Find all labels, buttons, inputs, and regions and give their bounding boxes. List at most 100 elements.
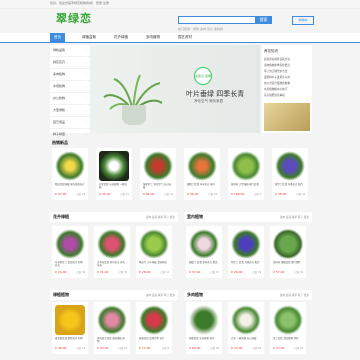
product-image[interactable] bbox=[189, 305, 219, 335]
product-title[interactable]: 黄金菊盆栽 庭院花卉 四季 bbox=[55, 337, 85, 343]
product-image[interactable] bbox=[189, 229, 219, 259]
product-sold-count: 已售 14 bbox=[76, 347, 85, 350]
category-item[interactable]: 绿植盆栽 › bbox=[50, 45, 90, 57]
product-title[interactable]: 紫罗兰 盆栽 芳香花卉 阳台 bbox=[231, 261, 261, 267]
product-image[interactable] bbox=[273, 305, 303, 335]
nav-item-potted[interactable]: 绿植盆栽 bbox=[78, 33, 100, 42]
product-card[interactable]: 长寿花盆栽 室内花卉 多色可选 ¥ 21.00 已售 33 bbox=[94, 226, 130, 278]
product-card[interactable]: 绿萝吊兰 净化空气 办公绿植 ¥ 66.00 已售 31 bbox=[140, 148, 176, 200]
product-price: ¥ 108.00 bbox=[231, 192, 245, 196]
product-card[interactable]: 蝴蝶兰盆栽 年宵花卉 室内 ¥ 39.00 已售 18 bbox=[184, 148, 220, 200]
product-image[interactable] bbox=[231, 229, 261, 259]
chevron-right-icon: › bbox=[85, 132, 87, 136]
section-links[interactable]: 多肉 盆栽 绿萝 吊兰 更多 bbox=[146, 215, 175, 219]
news-item[interactable]: 发财树叶子发黄怎么办 bbox=[264, 75, 310, 79]
product-title[interactable]: 吊兰盆栽 悬挂植物 净化 bbox=[273, 337, 303, 343]
product-image[interactable] bbox=[139, 229, 169, 259]
product-title[interactable]: 精品盆栽绿植 室内桌面花卉 bbox=[55, 183, 85, 189]
product-card[interactable]: 发财树 大型绿植 客厅盆栽 ¥ 108.00 已售 9 bbox=[228, 148, 264, 200]
product-card[interactable]: 紫罗兰盆栽 芳香花卉 阳台 ¥ 38.00 已售 42 bbox=[272, 148, 308, 200]
product-title[interactable]: 紫罗兰盆栽 芳香花卉 阳台 bbox=[275, 183, 305, 189]
news-thumbnail[interactable] bbox=[264, 103, 310, 131]
product-sold-count: 已售 9 bbox=[253, 193, 261, 196]
nav-item-supplies[interactable]: 园艺资材 bbox=[174, 33, 196, 42]
product-card[interactable]: 白掌 一帆风顺 办公绿植 ¥ 24.00 已售 50 bbox=[228, 302, 264, 354]
product-title[interactable]: 长寿花盆栽 室内花卉 多色可选 bbox=[97, 261, 127, 267]
chevron-right-icon: › bbox=[85, 120, 87, 124]
product-image[interactable] bbox=[273, 229, 303, 259]
product-image[interactable] bbox=[97, 229, 127, 259]
chevron-right-icon: › bbox=[85, 84, 87, 88]
product-price: ¥ 33.00 bbox=[97, 346, 109, 350]
site-logo[interactable]: 翠绿恋 bbox=[56, 10, 92, 26]
product-image[interactable] bbox=[187, 151, 217, 181]
product-image[interactable] bbox=[97, 305, 127, 335]
section-links[interactable]: 多肉 盆栽 绿萝 吊兰 更多 bbox=[280, 215, 309, 219]
nav-item-succulents[interactable]: 多肉植物 bbox=[142, 33, 164, 42]
product-title[interactable]: 发财树 绿植盆栽 客厅摆件 bbox=[273, 261, 303, 267]
product-image[interactable] bbox=[55, 229, 85, 259]
news-item[interactable]: 多肉植物夏季养护要点 bbox=[264, 63, 310, 67]
search-box bbox=[178, 16, 256, 34]
product-sold-count: 已售 15 bbox=[120, 193, 129, 196]
product-image[interactable] bbox=[231, 151, 261, 181]
product-card[interactable]: 绿萝盆栽 水培植物 室内 ¥ 64.00 已售 36 bbox=[186, 302, 222, 354]
hero-banner[interactable]: 虎皮兰·四季 叶片垂绿 四季长青 净化空气 美化家居 bbox=[90, 45, 260, 133]
category-item[interactable]: 鲜花花卉 › bbox=[50, 57, 90, 69]
category-item[interactable]: 多肉植物 › bbox=[50, 69, 90, 81]
product-card[interactable]: 黄金菊盆栽 庭院花卉 四季 ¥ 46.00 已售 14 bbox=[52, 302, 88, 354]
product-sold-count: 已售 31 bbox=[164, 193, 173, 196]
news-item[interactable]: 吊兰的正确浇水方法 bbox=[264, 69, 310, 73]
product-image[interactable] bbox=[99, 151, 129, 181]
product-card[interactable]: 发财树 绿植盆栽 客厅摆件 ¥ 57.00 已售 44 bbox=[270, 226, 306, 278]
news-item[interactable]: 花卉施肥注意事项 bbox=[264, 93, 310, 97]
product-title[interactable]: 非洲紫罗兰 盆栽花卉 四季开花 bbox=[55, 261, 85, 267]
product-title[interactable]: 龟背竹 大叶绿植 北欧风格 bbox=[139, 261, 169, 267]
product-card[interactable]: 紫罗兰 盆栽 芳香花卉 阳台 ¥ 29.00 已售 19 bbox=[228, 226, 264, 278]
product-sold-count: 已售 8 bbox=[161, 347, 169, 350]
category-item[interactable]: 办公植物 › bbox=[50, 93, 90, 105]
search-button[interactable]: 搜索 bbox=[255, 16, 272, 24]
news-item[interactable]: 办公室适合摆放的植物 bbox=[264, 81, 310, 85]
news-item[interactable]: 如何养好绿萝盆栽方法 bbox=[264, 57, 310, 61]
news-item[interactable]: 水培植物换水小技巧 bbox=[264, 87, 310, 91]
product-title[interactable]: 玫瑰花苗 盆栽月季 花卉 bbox=[139, 337, 169, 343]
product-image[interactable] bbox=[143, 151, 173, 181]
product-sold-count: 已售 18 bbox=[208, 193, 217, 196]
category-item[interactable]: 园艺用品 › bbox=[50, 117, 90, 129]
product-image[interactable] bbox=[275, 151, 305, 181]
section-links[interactable]: 多肉 盆栽 绿萝 吊兰 更多 bbox=[146, 293, 175, 297]
product-card[interactable]: 龟背竹 大叶绿植 北欧风格 ¥ 28.00 已售 12 bbox=[136, 226, 172, 278]
product-price: ¥ 66.00 bbox=[143, 192, 155, 196]
product-image[interactable] bbox=[139, 305, 169, 335]
section-title: 绿植植物 bbox=[53, 292, 69, 297]
section-links[interactable]: 多肉 盆栽 绿萝 吊兰 更多 bbox=[280, 293, 309, 297]
chevron-right-icon: › bbox=[85, 48, 87, 52]
product-card[interactable]: 精品盆栽绿植 室内桌面花卉 ¥ 37.00 已售 23 bbox=[52, 148, 88, 200]
category-item[interactable]: 水培植物 › bbox=[50, 81, 90, 93]
product-title[interactable]: 白掌 一帆风顺 办公绿植 bbox=[231, 337, 261, 343]
cart-button[interactable]: 购物车 bbox=[292, 16, 314, 25]
product-image[interactable] bbox=[55, 305, 85, 335]
product-title[interactable]: 多肉组合盆栽 桌面绿植 萌物 bbox=[97, 337, 127, 343]
product-title[interactable]: 蝴蝶兰 盆栽 室内花卉 精品 bbox=[189, 261, 219, 267]
product-title[interactable]: 发财树 大型绿植 客厅盆栽 bbox=[231, 183, 261, 189]
product-image[interactable] bbox=[231, 305, 261, 335]
nav-item-flowers[interactable]: 花卉绿植 bbox=[110, 33, 132, 42]
product-title[interactable]: 白掌盆栽 水培植物 一帆风顺 bbox=[99, 183, 129, 189]
product-title[interactable]: 蝴蝶兰盆栽 年宵花卉 室内 bbox=[187, 183, 217, 189]
top-bar: 您好，欢迎光临翠绿恋植物商城！ 登录 注册 bbox=[0, 0, 360, 9]
nav-item-home[interactable]: 首页 bbox=[50, 33, 65, 42]
product-card[interactable]: 蝴蝶兰 盆栽 室内花卉 精品 ¥ 37.00 已售 27 bbox=[186, 226, 222, 278]
product-title[interactable]: 绿萝盆栽 水培植物 室内 bbox=[189, 337, 219, 343]
product-price: ¥ 77.00 bbox=[139, 346, 151, 350]
product-sold-count: 已售 12 bbox=[160, 271, 169, 274]
product-image[interactable] bbox=[55, 151, 85, 181]
product-title[interactable]: 绿萝吊兰 净化空气 办公绿植 bbox=[143, 183, 173, 189]
product-card[interactable]: 玫瑰花苗 盆栽月季 花卉 ¥ 77.00 已售 8 bbox=[136, 302, 172, 354]
product-card[interactable]: 非洲紫罗兰 盆栽花卉 四季开花 ¥ 24.00 已售 56 bbox=[52, 226, 88, 278]
product-card[interactable]: 白掌盆栽 水培植物 一帆风顺 ¥ 45.00 已售 15 bbox=[96, 148, 132, 200]
product-card[interactable]: 吊兰盆栽 悬挂植物 净化 ¥ 77.00 已售 22 bbox=[270, 302, 306, 354]
category-item[interactable]: 大型绿植 › bbox=[50, 105, 90, 117]
product-card[interactable]: 多肉组合盆栽 桌面绿植 萌物 ¥ 33.00 已售 21 bbox=[94, 302, 130, 354]
